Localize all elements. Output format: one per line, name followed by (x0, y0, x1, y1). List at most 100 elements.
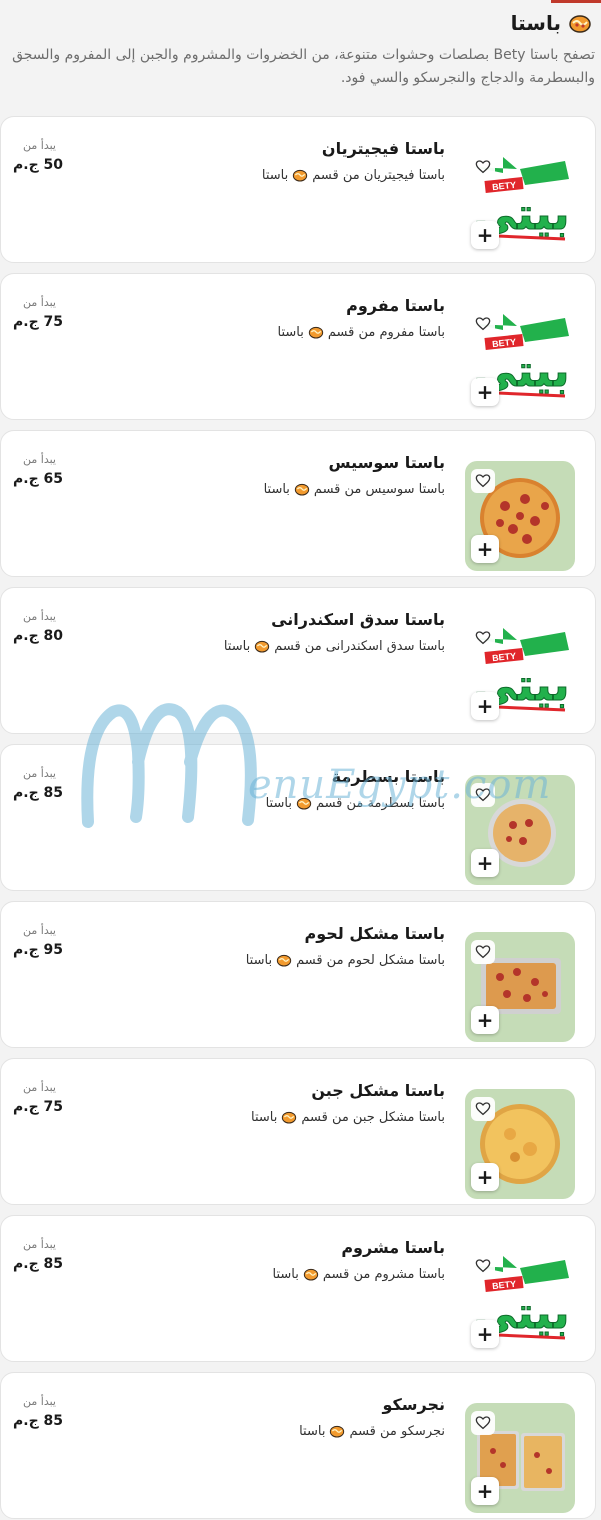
add-to-cart-button[interactable]: + (471, 1006, 499, 1034)
price-label: يبدأ من (23, 767, 56, 780)
pasta-bowl-icon (308, 324, 324, 340)
item-image[interactable]: + (465, 1403, 575, 1513)
menu-item-card[interactable]: BETY بيتي + باستا سدق اسكندرانى باستا سدق اس… (0, 587, 596, 734)
add-to-cart-button[interactable]: + (471, 692, 499, 720)
heart-icon[interactable] (471, 155, 495, 179)
item-image[interactable]: + (465, 932, 575, 1042)
section-header: باستا (0, 8, 593, 38)
item-name[interactable]: باستا فيجيتريان (322, 139, 445, 158)
item-subtitle: باستا بسطرمة من قسم باستا (266, 795, 445, 811)
item-subtitle-text: باستا بسطرمة من قسم (315, 795, 445, 811)
heart-icon[interactable] (471, 1097, 495, 1121)
price-value: 50 ج.م (13, 157, 64, 173)
price-value: 75 ج.م (13, 1099, 64, 1115)
item-subtitle-text: باستا سوسيس من قسم (313, 481, 445, 497)
price-value: 75 ج.م (13, 314, 64, 330)
item-subtitle: باستا مشروم من قسم باستا (273, 1266, 446, 1282)
price-label: يبدأ من (23, 139, 56, 152)
price-label: يبدأ من (23, 1238, 56, 1251)
menu-item-card[interactable]: BETY بيتي + باستا مفروم باستا مفروم من قسم با… (0, 273, 596, 420)
item-name[interactable]: باستا مشكل لحوم (305, 924, 446, 943)
item-name[interactable]: باستا سدق اسكندرانى (271, 610, 445, 629)
menu-item-card[interactable]: + نجرسكو نجرسكو من قسم باستا يبدأ من 85 ج.م (0, 1372, 596, 1519)
item-image[interactable]: + (465, 775, 575, 885)
price-value: 65 ج.م (13, 471, 64, 487)
menu-item-card[interactable]: + باستا بسطرمة باستا بسطرمة من قسم باستا يبد… (0, 744, 596, 891)
pasta-bowl-icon (294, 481, 310, 497)
pasta-bowl-icon (292, 167, 308, 183)
price-value: 85 ج.م (13, 1256, 64, 1272)
price-label: يبدأ من (23, 1395, 56, 1408)
price-label: يبدأ من (23, 296, 56, 309)
add-to-cart-button[interactable]: + (471, 1320, 499, 1348)
menu-item-card[interactable]: + باستا مشكل لحوم باستا مشكل لحوم من قسم با… (0, 901, 596, 1048)
item-subtitle: باستا فيجيتريان من قسم باستا (262, 167, 445, 183)
item-name[interactable]: باستا مشروم (341, 1238, 445, 1257)
item-subtitle-text: باستا مفروم من قسم (327, 324, 445, 340)
heart-icon[interactable] (471, 940, 495, 964)
price-value: 85 ج.م (13, 785, 64, 801)
heart-icon[interactable] (471, 1411, 495, 1435)
item-subtitle: باستا سوسيس من قسم باستا (264, 481, 445, 497)
heart-icon[interactable] (471, 469, 495, 493)
item-subtitle: باستا مشكل لحوم من قسم باستا (246, 952, 445, 968)
heart-icon[interactable] (471, 626, 495, 650)
pasta-bowl-icon (567, 10, 593, 36)
price-value: 95 ج.م (13, 942, 64, 958)
heart-icon[interactable] (471, 312, 495, 336)
menu-item-card[interactable]: BETY بيتي + باستا مشروم باستا مشروم من قسم با… (0, 1215, 596, 1362)
menu-item-card[interactable]: + باستا مشكل جبن باستا مشكل جبن من قسم باست… (0, 1058, 596, 1205)
item-subtitle-text: باستا مشروم من قسم (322, 1266, 445, 1282)
add-to-cart-button[interactable]: + (471, 849, 499, 877)
item-image[interactable]: BETY بيتي + (465, 147, 575, 257)
item-subtitle-text: نجرسكو من قسم (349, 1423, 445, 1439)
item-name[interactable]: نجرسكو (382, 1395, 445, 1414)
add-to-cart-button[interactable]: + (471, 1163, 499, 1191)
item-subtitle-text: باستا فيجيتريان من قسم (312, 167, 445, 183)
pasta-bowl-icon (296, 795, 312, 811)
item-name[interactable]: باستا بسطرمة (332, 767, 445, 786)
pasta-bowl-icon (329, 1423, 345, 1439)
item-category: باستا (299, 1423, 326, 1439)
item-image[interactable]: BETY بيتي + (465, 304, 575, 414)
item-name[interactable]: باستا سوسيس (328, 453, 445, 472)
item-category: باستا (263, 481, 290, 497)
price-label: يبدأ من (23, 453, 56, 466)
menu-item-card[interactable]: + باستا سوسيس باستا سوسيس من قسم باستا يبدأ … (0, 430, 596, 577)
price-label: يبدأ من (23, 924, 56, 937)
item-category: باستا (265, 795, 292, 811)
item-category: باستا (250, 1109, 278, 1125)
heart-icon[interactable] (471, 1254, 495, 1278)
section-title: باستا (510, 11, 561, 35)
add-to-cart-button[interactable]: + (471, 221, 499, 249)
item-subtitle-text: باستا سدق اسكندرانى من قسم (274, 638, 445, 654)
price-value: 85 ج.م (13, 1413, 64, 1429)
pasta-bowl-icon (281, 1109, 297, 1125)
pasta-bowl-icon (303, 1266, 319, 1282)
item-image[interactable]: BETY بيتي + (465, 618, 575, 728)
item-category: باستا (272, 1266, 299, 1282)
price-label: يبدأ من (23, 1081, 56, 1094)
item-category: باستا (223, 638, 251, 654)
add-to-cart-button[interactable]: + (471, 535, 499, 563)
item-name[interactable]: باستا مفروم (346, 296, 445, 315)
price-label: يبدأ من (23, 610, 56, 623)
section-description: تصفح باستا Bety بصلصات وحشوات متنوعة، من… (12, 47, 595, 86)
item-image[interactable]: + (465, 1089, 575, 1199)
heart-icon[interactable] (471, 783, 495, 807)
add-to-cart-button[interactable]: + (471, 378, 499, 406)
item-category: باستا (277, 324, 304, 340)
pasta-bowl-icon (254, 638, 270, 654)
menu-item-card[interactable]: BETY بيتي + باستا فيجيتريان باستا فيجيتريان … (0, 116, 596, 263)
item-subtitle-text: باستا مشكل جبن من قسم (301, 1109, 445, 1125)
item-image[interactable]: + (465, 461, 575, 571)
item-subtitle: باستا مفروم من قسم باستا (278, 324, 445, 340)
top-accent-line (551, 0, 601, 3)
item-category: باستا (261, 167, 289, 183)
item-subtitle: باستا مشكل جبن من قسم باستا (251, 1109, 445, 1125)
add-to-cart-button[interactable]: + (471, 1477, 499, 1505)
item-name[interactable]: باستا مشكل جبن (311, 1081, 445, 1100)
item-subtitle: باستا سدق اسكندرانى من قسم باستا (224, 638, 445, 654)
item-image[interactable]: BETY بيتي + (465, 1246, 575, 1356)
item-subtitle-text: باستا مشكل لحوم من قسم (296, 952, 445, 968)
